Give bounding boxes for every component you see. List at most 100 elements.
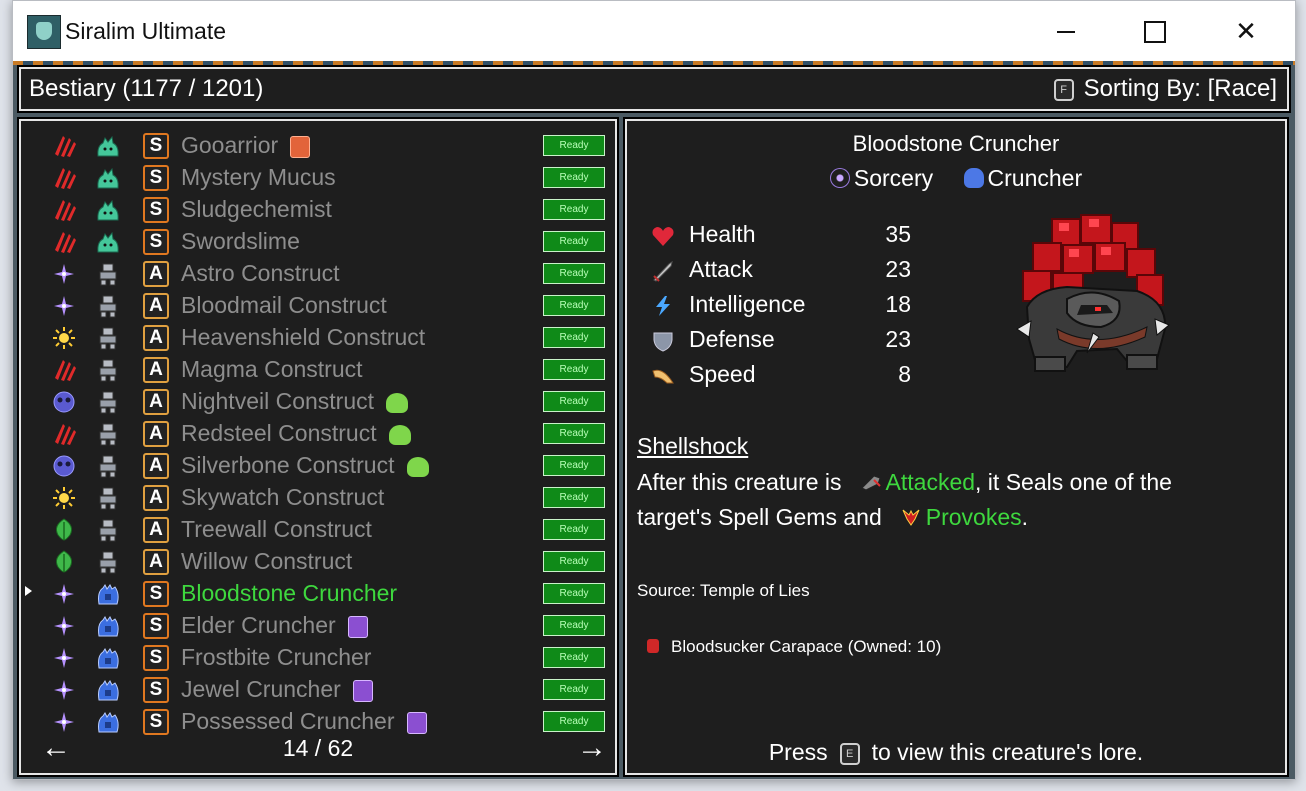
construct-race-icon [95, 486, 121, 510]
creature-row[interactable]: S Bloodstone Cruncher Ready [21, 577, 615, 609]
desc-text: After this creature is [637, 469, 842, 495]
creature-name-text: Magma Construct [181, 356, 363, 382]
ready-button[interactable]: Ready [543, 327, 605, 348]
creature-name-label: Sludgechemist [181, 196, 332, 223]
creature-row[interactable]: S Swordslime Ready [21, 225, 615, 257]
creature-row[interactable]: A Skywatch Construct Ready [21, 481, 615, 513]
rank-badge: A [143, 549, 169, 575]
material-label: Bloodsucker Carapace (Owned: 10) [671, 637, 942, 656]
creature-name-label: Frostbite Cruncher [181, 644, 371, 671]
creature-row[interactable]: S Gooarrior Ready [21, 129, 615, 161]
creature-row[interactable]: S Mystery Mucus Ready [21, 161, 615, 193]
creature-name-label: Willow Construct [181, 548, 352, 575]
stat-label: Defense [689, 326, 775, 352]
slime-race-icon [95, 198, 121, 222]
slime-race-icon [95, 134, 121, 158]
sorcery-element-icon [51, 294, 77, 318]
creature-row[interactable]: A Redsteel Construct Ready [21, 417, 615, 449]
ready-button[interactable]: Ready [543, 711, 605, 732]
ready-button[interactable]: Ready [543, 231, 605, 252]
creature-detail: Bloodstone Cruncher Sorcery Cruncher Hea… [625, 119, 1287, 775]
creature-row[interactable]: A Treewall Construct Ready [21, 513, 615, 545]
creature-source: Source: Temple of Lies [637, 581, 810, 600]
stat-label: Health [689, 221, 756, 247]
creature-name-text: Silverbone Construct [181, 452, 395, 478]
ready-button[interactable]: Ready [543, 391, 605, 412]
ready-button[interactable]: Ready [543, 199, 605, 220]
sword-icon [651, 260, 675, 282]
ready-button[interactable]: Ready [543, 615, 605, 636]
creature-name-text: Skywatch Construct [181, 484, 385, 510]
rank-badge: S [143, 677, 169, 703]
minimize-button[interactable] [1043, 9, 1089, 53]
creature-name-label: Gooarrior [181, 132, 311, 159]
ready-button[interactable]: Ready [543, 423, 605, 444]
creature-name-text: Elder Cruncher [181, 612, 336, 638]
next-page-arrow[interactable]: → [577, 731, 607, 765]
ready-button[interactable]: Ready [543, 583, 605, 604]
game-window: Siralim Ultimate ✕ Bestiary (1177 / 1201… [12, 0, 1296, 780]
ready-button[interactable]: Ready [543, 455, 605, 476]
creature-name-text: Nightveil Construct [181, 388, 375, 414]
ready-button[interactable]: Ready [543, 551, 605, 572]
cruncher-race-icon [95, 646, 121, 670]
material-item: Bloodsucker Carapace (Owned: 10) [647, 637, 941, 657]
creature-name-text: Sludgechemist [181, 196, 332, 222]
rank-badge: S [143, 133, 169, 159]
life-element-icon [51, 326, 77, 350]
ready-button[interactable]: Ready [543, 679, 605, 700]
maximize-button[interactable] [1131, 9, 1177, 53]
creature-row[interactable]: A Astro Construct Ready [21, 257, 615, 289]
creature-row[interactable]: A Nightveil Construct Ready [21, 385, 615, 417]
rank-badge: S [143, 709, 169, 735]
creature-name-label: Mystery Mucus [181, 164, 336, 191]
rank-badge: A [143, 517, 169, 543]
creature-row[interactable]: S Frostbite Cruncher Ready [21, 641, 615, 673]
ready-button[interactable]: Ready [543, 359, 605, 380]
gem-icon [406, 711, 427, 734]
lore-prompt[interactable]: Press Eto view this creature's lore. [627, 739, 1285, 766]
creature-row[interactable]: A Silverbone Construct Ready [21, 449, 615, 481]
bestiary-header: Bestiary (1177 / 1201) F Sorting By: [Rac… [19, 67, 1289, 111]
rank-badge: A [143, 485, 169, 511]
construct-race-icon [95, 550, 121, 574]
construct-race-icon [95, 454, 121, 478]
rank-badge: A [143, 421, 169, 447]
creature-name-text: Jewel Cruncher [181, 676, 341, 702]
creature-name-label: Magma Construct [181, 356, 363, 383]
creature-row[interactable]: A Willow Construct Ready [21, 545, 615, 577]
ready-button[interactable]: Ready [543, 135, 605, 156]
creature-row[interactable]: A Magma Construct Ready [21, 353, 615, 385]
sort-control[interactable]: F Sorting By: [Race] [1053, 75, 1277, 103]
creature-row[interactable]: A Heavenshield Construct Ready [21, 321, 615, 353]
creature-race: Cruncher [987, 165, 1083, 191]
ready-button[interactable]: Ready [543, 519, 605, 540]
creature-row[interactable]: S Jewel Cruncher Ready [21, 673, 615, 705]
creature-name-text: Willow Construct [181, 548, 353, 574]
slime-pet-icon [406, 456, 429, 477]
stat-intelligence: Intelligence 18 [651, 291, 911, 321]
ready-button[interactable]: Ready [543, 167, 605, 188]
creature-sprite [1016, 214, 1170, 372]
creature-name-label: Treewall Construct [181, 516, 372, 543]
ready-button[interactable]: Ready [543, 263, 605, 284]
creature-row[interactable]: A Bloodmail Construct Ready [21, 289, 615, 321]
death-element-icon [51, 454, 77, 478]
selection-cursor-icon [25, 586, 32, 596]
cruncher-race-icon [95, 710, 121, 734]
wing-icon [651, 365, 675, 387]
creature-name-text: Treewall Construct [181, 516, 372, 542]
ready-button[interactable]: Ready [543, 647, 605, 668]
e-key-icon: E [839, 742, 860, 765]
ready-button[interactable]: Ready [543, 487, 605, 508]
close-button[interactable]: ✕ [1223, 9, 1269, 53]
ability-name: Shellshock [637, 433, 749, 459]
creature-row[interactable]: S Elder Cruncher Ready [21, 609, 615, 641]
creature-row[interactable]: S Possessed Cruncher Ready [21, 705, 615, 737]
ready-button[interactable]: Ready [543, 295, 605, 316]
creature-row[interactable]: S Sludgechemist Ready [21, 193, 615, 225]
slime-race-icon [95, 166, 121, 190]
death-element-icon [51, 390, 77, 414]
creature-name-text: Bloodmail Construct [181, 292, 387, 318]
construct-race-icon [95, 390, 121, 414]
